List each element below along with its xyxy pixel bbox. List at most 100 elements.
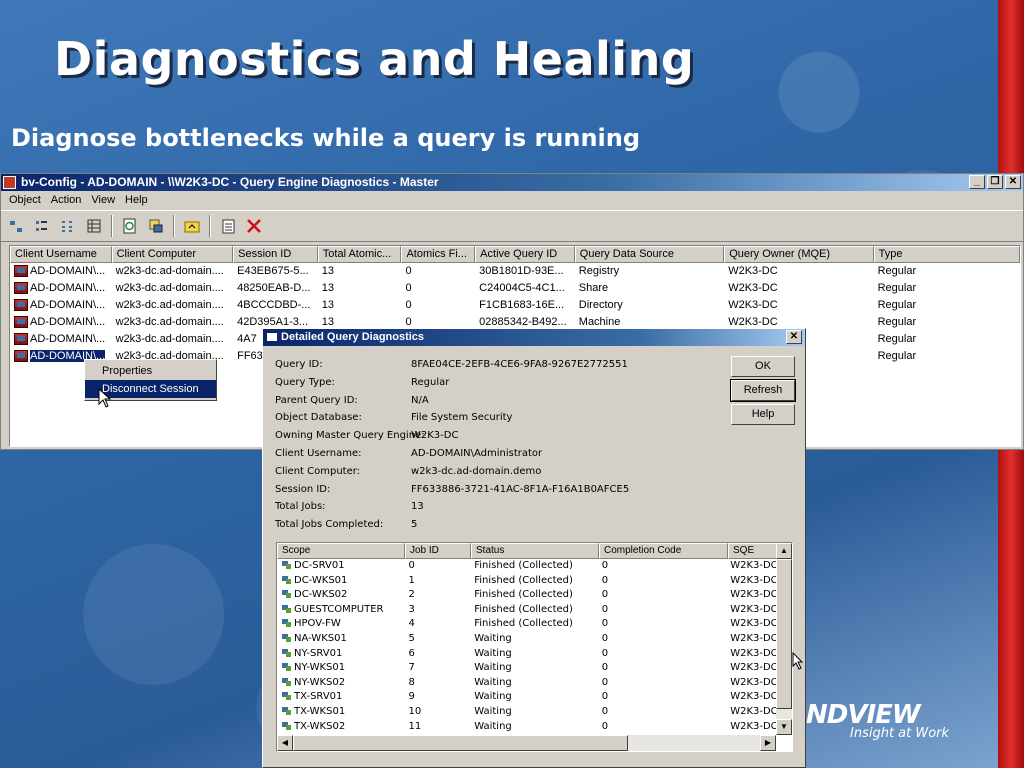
dialog-titlebar[interactable]: Detailed Query Diagnostics ✕ <box>263 329 805 346</box>
up-folder-icon[interactable] <box>181 215 203 237</box>
field-value: 5 <box>411 519 418 531</box>
jobs-list[interactable]: Scope Job ID Status Completion Code SQE … <box>276 542 793 752</box>
job-cell: 0 <box>601 647 609 659</box>
job-row[interactable]: GUESTCOMPUTER 3 Finished (Collected) 0 W2K3-… <box>277 603 776 618</box>
column-header[interactable]: Scope <box>277 543 405 559</box>
job-cell: 0 <box>601 691 609 703</box>
horizontal-scrollbar[interactable]: ◀ ▶ <box>277 735 776 751</box>
ok-button[interactable]: OK <box>731 356 795 377</box>
job-row[interactable]: NY-SRV01 6 Waiting 0 W2K3-DC <box>277 647 776 662</box>
table-cell: Regular <box>877 282 917 294</box>
computer-icon <box>281 706 293 716</box>
refresh-icon[interactable] <box>119 215 141 237</box>
job-cell: DC-WKS01 <box>277 574 404 589</box>
column-header[interactable]: Session ID <box>233 246 318 263</box>
job-cell: Waiting <box>474 632 512 644</box>
table-cell: 13 <box>321 299 335 311</box>
scroll-thumb[interactable] <box>776 559 792 709</box>
job-row[interactable]: HPOV-FW 4 Finished (Collected) 0 W2K3-DC <box>277 617 776 632</box>
job-row[interactable]: NA-WKS01 5 Waiting 0 W2K3-DC <box>277 632 776 647</box>
window-controls: _ ❐ ✕ <box>969 175 1021 189</box>
column-header[interactable]: SQE <box>728 543 778 559</box>
dialog-icon <box>266 332 278 342</box>
field-label: Session ID: <box>275 483 331 495</box>
close-button[interactable]: ✕ <box>1005 175 1021 189</box>
column-header[interactable]: Atomics Fi... <box>401 246 476 263</box>
job-row[interactable]: DC-WKS01 1 Finished (Collected) 0 W2K3-DC <box>277 574 776 589</box>
properties-icon[interactable] <box>217 215 239 237</box>
job-cell: W2K3-DC <box>730 705 776 717</box>
dialog-close-button[interactable]: ✕ <box>786 330 802 344</box>
cell-text: AD-DOMAIN\... <box>30 265 106 277</box>
cell-text: AD-DOMAIN\... <box>30 333 106 345</box>
restore-button[interactable]: ❐ <box>987 175 1003 189</box>
column-header[interactable]: Status <box>471 543 599 559</box>
job-cell: DC-SRV01 <box>277 559 404 574</box>
menu-action[interactable]: Action <box>47 191 86 210</box>
job-cell: 0 <box>601 720 609 732</box>
column-header[interactable]: Query Data Source <box>574 246 725 263</box>
slide-title: Diagnostics and Healing <box>54 32 695 86</box>
refresh-button[interactable]: Refresh <box>730 379 796 402</box>
table-row[interactable]: AD-DOMAIN\... w2k3-dc.ad-domain.... E43EB6… <box>10 263 1020 280</box>
vertical-scrollbar[interactable]: ▲ ▼ <box>776 543 792 735</box>
session-icon <box>14 350 28 363</box>
job-cell: W2K3-DC <box>730 662 776 674</box>
table-cell: F1CB1683-16E... <box>479 299 565 311</box>
column-header[interactable]: Completion Code <box>599 543 728 559</box>
job-cell: 0 <box>601 676 609 688</box>
minimize-button[interactable]: _ <box>969 175 985 189</box>
large-icons-icon[interactable] <box>5 215 27 237</box>
computer-icon <box>281 648 293 658</box>
job-row[interactable]: NY-WKS01 7 Waiting 0 W2K3-DC <box>277 661 776 676</box>
column-header[interactable]: Job ID <box>405 543 471 559</box>
job-row[interactable]: DC-WKS02 2 Finished (Collected) 0 W2K3-DC <box>277 588 776 603</box>
table-row[interactable]: AD-DOMAIN\... w2k3-dc.ad-domain.... 48250E… <box>10 280 1020 297</box>
job-cell: Waiting <box>474 705 512 717</box>
help-button[interactable]: Help <box>731 404 795 425</box>
scroll-down-button[interactable]: ▼ <box>776 719 792 735</box>
menu-object[interactable]: Object <box>5 191 45 210</box>
scroll-left-button[interactable]: ◀ <box>277 735 293 751</box>
computer-icon <box>281 575 293 585</box>
scroll-right-button[interactable]: ▶ <box>760 735 776 751</box>
job-row[interactable]: NY-WKS02 8 Waiting 0 W2K3-DC <box>277 676 776 691</box>
export-icon[interactable] <box>145 215 167 237</box>
scroll-thumb[interactable] <box>293 735 628 751</box>
resize-cursor-icon <box>792 652 804 670</box>
job-cell: Waiting <box>474 662 512 674</box>
column-header[interactable]: Active Query ID <box>475 246 575 263</box>
column-header[interactable]: Client Username <box>10 246 112 263</box>
job-cell: 6 <box>408 647 415 659</box>
menu-item-properties[interactable]: Properties <box>85 362 216 380</box>
field-label: Object Database: <box>275 412 362 424</box>
scroll-up-button[interactable]: ▲ <box>776 543 792 559</box>
field-value: w2k3-dc.ad-domain.demo <box>411 465 542 477</box>
delete-icon[interactable] <box>243 215 265 237</box>
small-icons-icon[interactable] <box>31 215 53 237</box>
field-value: FF633886-3721-41AC-8F1A-F16A1B0AFCE5 <box>411 483 630 495</box>
job-row[interactable]: DC-SRV01 0 Finished (Collected) 0 W2K3-DC <box>277 559 776 574</box>
computer-icon <box>281 721 293 731</box>
details-view-icon[interactable] <box>83 215 105 237</box>
column-header[interactable]: Total Atomic... <box>317 246 402 263</box>
job-cell: Waiting <box>474 676 512 688</box>
field-value: 8FAE04CE-2EFB-4CE6-9FA8-9267E2772551 <box>411 359 628 370</box>
menu-view[interactable]: View <box>87 191 119 210</box>
field-label: Parent Query ID: <box>275 394 358 406</box>
field-value: W2K3-DC <box>411 430 459 442</box>
job-row[interactable]: TX-SRV01 9 Waiting 0 W2K3-DC <box>277 690 776 705</box>
table-row[interactable]: AD-DOMAIN\... w2k3-dc.ad-domain.... 4BCCCD… <box>10 297 1020 314</box>
list-view-icon[interactable] <box>57 215 79 237</box>
job-cell: 0 <box>601 589 609 601</box>
job-row[interactable]: TX-WKS02 11 Waiting 0 W2K3-DC <box>277 720 776 735</box>
window-titlebar[interactable]: bv-Config - AD-DOMAIN - \\W2K3-DC - Quer… <box>1 174 1023 191</box>
cell-text: TX-WKS02 <box>294 720 346 732</box>
job-row[interactable]: TX-WKS01 10 Waiting 0 W2K3-DC <box>277 705 776 720</box>
cell-text: HPOV-FW <box>294 618 341 630</box>
column-header[interactable]: Type <box>873 246 1020 263</box>
menu-help[interactable]: Help <box>121 191 152 210</box>
job-cell: NY-SRV01 <box>277 647 404 662</box>
column-header[interactable]: Client Computer <box>111 246 234 263</box>
column-header[interactable]: Query Owner (MQE) <box>724 246 874 263</box>
